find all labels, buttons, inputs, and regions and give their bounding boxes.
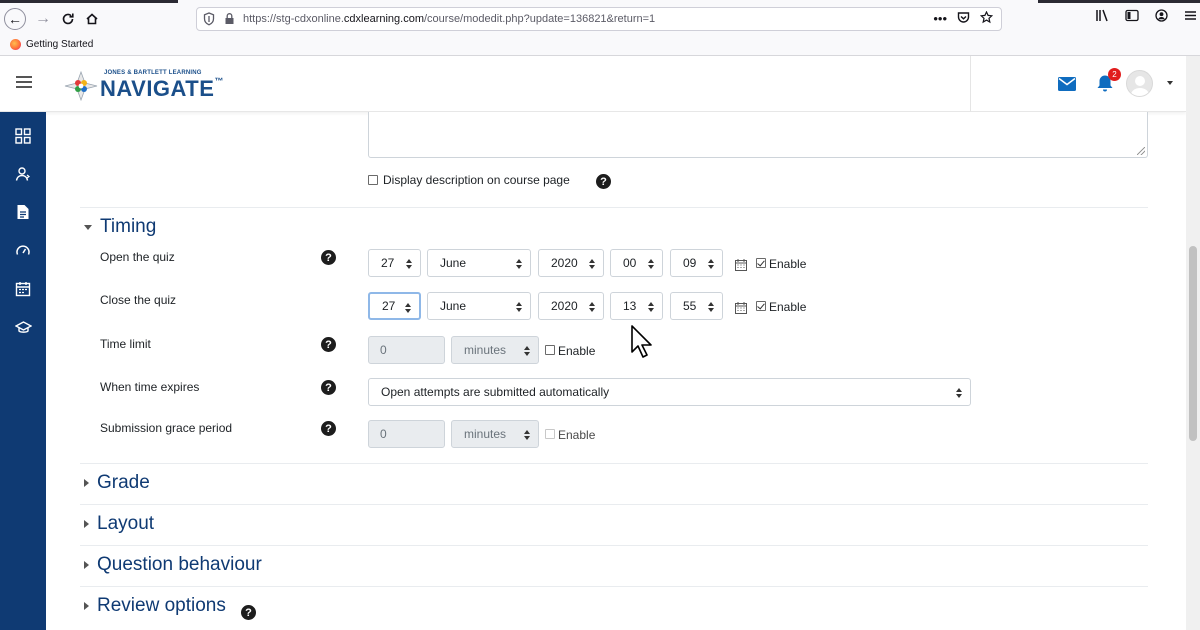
expand-caret-icon [84, 520, 89, 528]
expand-caret-icon [84, 479, 89, 487]
open-month-select[interactable]: June [427, 249, 531, 277]
section-grade[interactable]: Grade [84, 472, 150, 494]
close-month-select[interactable]: June [427, 292, 531, 320]
close-hour-select[interactable]: 13 [610, 292, 663, 320]
when-time-expires-select[interactable]: Open attempts are submitted automaticall… [368, 378, 971, 406]
graduation-cap-icon[interactable] [13, 318, 33, 338]
bookmark-getting-started[interactable]: Getting Started [10, 39, 93, 50]
grace-period-enable-label: Enable [558, 428, 596, 442]
messages-icon[interactable] [1058, 77, 1076, 96]
grace-period-enable-checkbox[interactable] [545, 429, 555, 439]
sidebar-toggle-icon[interactable] [1125, 9, 1139, 25]
help-icon[interactable]: ? [321, 250, 336, 265]
open-year-select[interactable]: 2020 [538, 249, 604, 277]
page-header: JONES & BARTLETT LEARNING NAVIGATE™ 2 [0, 56, 1186, 112]
open-quiz-label: Open the quiz [100, 250, 175, 264]
tab-strip [0, 0, 1200, 3]
section-review-options[interactable]: Review options [84, 595, 226, 617]
open-enable-checkbox[interactable] [756, 258, 766, 268]
calendar-icon[interactable] [13, 279, 33, 299]
user-menu-caret-icon[interactable] [1167, 81, 1173, 85]
help-icon[interactable]: ? [321, 337, 336, 352]
close-year-select[interactable]: 2020 [538, 292, 604, 320]
user-avatar[interactable] [1126, 70, 1153, 97]
grace-period-unit-select[interactable]: minutes [451, 420, 539, 448]
time-limit-unit-select[interactable]: minutes [451, 336, 539, 364]
close-enable-checkbox[interactable] [756, 301, 766, 311]
hamburger-menu-icon[interactable] [16, 76, 32, 88]
left-sidebar [0, 112, 46, 630]
expand-caret-icon [84, 561, 89, 569]
reload-icon[interactable] [57, 8, 79, 30]
calendar-icon[interactable] [735, 302, 747, 314]
lock-icon[interactable] [224, 12, 235, 30]
time-limit-label: Time limit [100, 337, 151, 351]
help-icon[interactable]: ? [321, 421, 336, 436]
menu-icon[interactable] [1184, 9, 1197, 25]
scrollbar-thumb[interactable] [1189, 246, 1197, 441]
time-limit-enable-checkbox[interactable] [545, 345, 555, 355]
close-enable-label: Enable [769, 300, 807, 314]
library-icon[interactable] [1095, 9, 1109, 25]
notification-count-badge: 2 [1108, 68, 1121, 81]
close-quiz-label: Close the quiz [100, 293, 177, 307]
more-actions-icon[interactable]: ••• [933, 11, 947, 27]
page-scrollbar[interactable] [1186, 56, 1200, 630]
address-bar[interactable]: https://stg-cdxonline.cdxlearning.com/co… [196, 7, 1002, 31]
back-arrow-icon[interactable]: ← [4, 8, 26, 30]
section-timing[interactable]: Timing [84, 216, 156, 238]
grades-document-icon[interactable] [13, 202, 33, 222]
bookmark-star-icon[interactable] [979, 10, 994, 27]
open-day-select[interactable]: 27 [368, 249, 421, 277]
collapse-caret-icon [84, 224, 92, 230]
open-minute-select[interactable]: 09 [670, 249, 723, 277]
help-icon[interactable]: ? [241, 605, 256, 620]
section-layout[interactable]: Layout [84, 513, 154, 535]
display-description-checkbox[interactable] [368, 175, 378, 185]
help-icon[interactable]: ? [596, 174, 611, 189]
grace-period-input[interactable]: 0 [368, 420, 445, 448]
close-day-select[interactable]: 27 [368, 292, 421, 320]
gauge-icon[interactable] [13, 241, 33, 261]
tracking-shield-icon[interactable] [203, 12, 215, 31]
open-hour-select[interactable]: 00 [610, 249, 663, 277]
home-icon[interactable] [81, 8, 103, 30]
open-enable-label: Enable [769, 257, 807, 271]
forward-arrow-icon[interactable]: → [32, 8, 54, 30]
resize-grip-icon[interactable] [1137, 147, 1145, 155]
account-icon[interactable] [1155, 9, 1168, 25]
display-description-label: Display description on course page [383, 173, 570, 187]
compass-logo-icon [64, 71, 98, 101]
time-limit-input[interactable]: 0 [368, 336, 445, 364]
pocket-icon[interactable] [957, 11, 970, 27]
close-minute-select[interactable]: 55 [670, 292, 723, 320]
section-question-behaviour[interactable]: Question behaviour [84, 554, 262, 576]
dashboard-grid-icon[interactable] [13, 126, 33, 146]
description-textarea[interactable] [368, 112, 1148, 158]
expand-caret-icon [84, 602, 89, 610]
when-time-expires-label: When time expires [100, 380, 200, 394]
help-icon[interactable]: ? [321, 380, 336, 395]
firefox-icon [10, 39, 21, 50]
calendar-icon[interactable] [735, 259, 747, 271]
time-limit-enable-label: Enable [558, 344, 596, 358]
mouse-pointer-icon [631, 325, 652, 358]
url-text[interactable]: https://stg-cdxonline.cdxlearning.com/co… [243, 13, 655, 25]
participants-icon[interactable] [13, 164, 33, 184]
grace-period-label: Submission grace period [100, 421, 233, 435]
browser-toolbar: ← → https://stg-cdxonline.cdxlearning.co… [0, 0, 1200, 56]
navigate-logo[interactable]: JONES & BARTLETT LEARNING NAVIGATE™ [62, 66, 223, 106]
